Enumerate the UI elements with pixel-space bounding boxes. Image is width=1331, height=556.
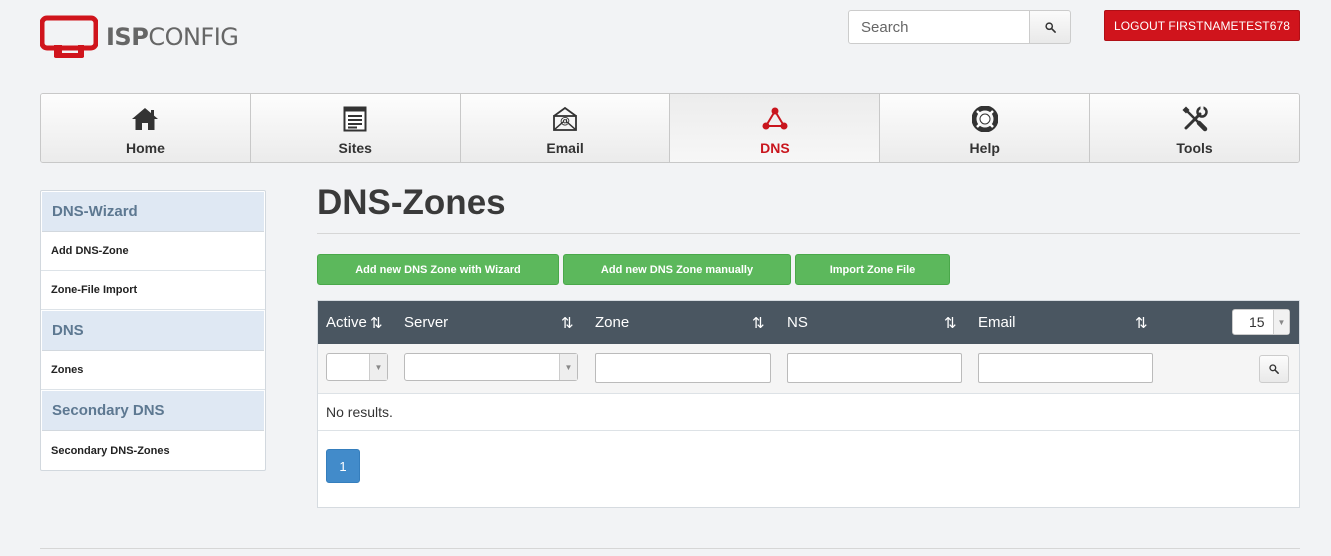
nav-item-tools[interactable]: Tools	[1090, 94, 1299, 162]
page-title: DNS-Zones	[317, 183, 506, 222]
sort-icon[interactable]: ⇅	[370, 301, 383, 344]
sidebar: DNS-Wizard Add DNS-Zone Zone-File Import…	[40, 190, 266, 471]
chevron-down-icon: ▼	[1273, 310, 1289, 334]
footer-divider	[40, 548, 1300, 549]
nav-label: DNS	[760, 139, 790, 156]
global-search	[848, 10, 1071, 44]
email-icon: @	[553, 106, 577, 131]
sort-icon[interactable]: ⇅	[561, 301, 574, 344]
filter-email-input[interactable]	[978, 353, 1153, 383]
sidebar-item-secondary-dns-zones[interactable]: Secondary DNS-Zones	[41, 431, 265, 470]
isp-monitor-logo-icon	[40, 15, 98, 58]
sort-icon[interactable]: ⇅	[1135, 301, 1148, 344]
sites-icon	[343, 106, 367, 131]
filter-zone-input[interactable]	[595, 353, 771, 383]
nav-label: Tools	[1176, 139, 1213, 156]
column-header-ns[interactable]: NS	[787, 301, 808, 344]
import-zone-file-button[interactable]: Import Zone File	[795, 254, 950, 285]
sort-icon[interactable]: ⇅	[752, 301, 765, 344]
add-zone-wizard-button[interactable]: Add new DNS Zone with Wizard	[317, 254, 559, 285]
app-logo[interactable]: ISPCONFIG	[40, 14, 250, 60]
dns-icon	[762, 107, 788, 129]
sidebar-item-zone-file-import[interactable]: Zone-File Import	[41, 271, 265, 310]
main-nav: Home Sites @ Email DNS Help Tools	[40, 93, 1300, 163]
filter-row: ▼ ▼	[318, 344, 1299, 394]
tools-icon	[1182, 105, 1208, 131]
sidebar-item-add-dns-zone[interactable]: Add DNS-Zone	[41, 232, 265, 271]
nav-item-sites[interactable]: Sites	[250, 94, 461, 162]
chevron-down-icon: ▼	[369, 354, 387, 380]
zones-table: Active ⇅ Server ⇅ Zone ⇅ NS ⇅ Email ⇅ 15…	[317, 300, 1300, 508]
logo-text: ISPCONFIG	[106, 23, 239, 51]
nav-label: Email	[546, 139, 584, 156]
filter-search-button[interactable]	[1259, 355, 1289, 383]
nav-item-dns[interactable]: DNS	[670, 94, 881, 162]
sidebar-heading-secondary-dns: Secondary DNS	[42, 391, 264, 431]
search-icon	[1044, 21, 1056, 33]
page-size-select[interactable]: 15 ▼	[1232, 309, 1290, 335]
nav-item-home[interactable]: Home	[41, 94, 251, 162]
svg-text:@: @	[560, 116, 570, 127]
home-icon	[132, 107, 159, 130]
add-zone-manually-button[interactable]: Add new DNS Zone manually	[563, 254, 791, 285]
column-header-server[interactable]: Server	[404, 301, 448, 344]
search-button[interactable]	[1030, 10, 1071, 44]
sort-icon[interactable]: ⇅	[944, 301, 957, 344]
table-header: Active ⇅ Server ⇅ Zone ⇅ NS ⇅ Email ⇅ 15…	[318, 301, 1299, 344]
column-header-email[interactable]: Email	[978, 301, 1016, 344]
title-divider	[317, 233, 1300, 234]
nav-item-help[interactable]: Help	[880, 94, 1091, 162]
search-icon	[1269, 364, 1279, 374]
empty-state-text: No results.	[318, 394, 1299, 431]
sidebar-heading-dns: DNS	[42, 311, 264, 351]
column-header-active[interactable]: Active	[326, 301, 367, 344]
nav-label: Sites	[338, 139, 372, 156]
nav-label: Help	[969, 139, 1000, 156]
column-header-zone[interactable]: Zone	[595, 301, 629, 344]
nav-label: Home	[125, 139, 165, 156]
filter-server-select[interactable]: ▼	[404, 353, 578, 381]
search-input[interactable]	[848, 10, 1030, 44]
help-icon	[971, 105, 998, 132]
pagination-page-1[interactable]: 1	[326, 449, 360, 483]
filter-active-select[interactable]: ▼	[326, 353, 388, 381]
filter-ns-input[interactable]	[787, 353, 962, 383]
nav-item-email[interactable]: @ Email	[460, 94, 671, 162]
chevron-down-icon: ▼	[559, 354, 577, 380]
sidebar-heading-dns-wizard: DNS-Wizard	[42, 192, 264, 232]
logout-button[interactable]: LOGOUT FIRSTNAMETEST678	[1104, 10, 1300, 41]
sidebar-item-zones[interactable]: Zones	[41, 351, 265, 390]
